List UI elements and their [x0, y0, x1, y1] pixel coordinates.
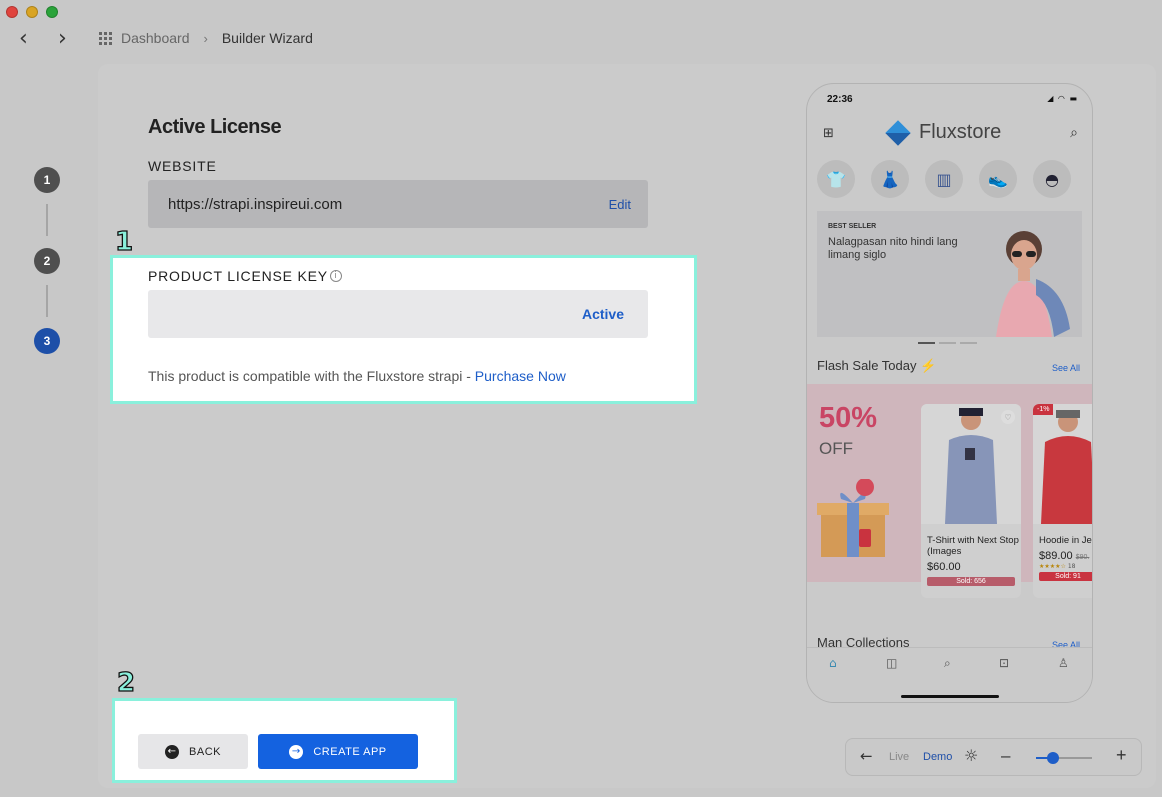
- banner-text: Nalagpasan nito hindi lang limang siglo: [828, 236, 958, 261]
- breadcrumb: Dashboard › Builder Wizard: [99, 30, 313, 46]
- banner-tag: BEST SELLER: [828, 223, 877, 230]
- create-app-button-label: CREATE APP: [313, 745, 387, 758]
- promo-percent: 50%: [819, 402, 878, 434]
- live-toggle[interactable]: Live: [889, 751, 909, 763]
- heart-icon[interactable]: ♡: [1001, 410, 1015, 424]
- create-app-button[interactable]: → CREATE APP: [258, 734, 418, 769]
- forward-arrow-icon[interactable]: ›: [58, 28, 67, 50]
- home-indicator: [901, 695, 999, 698]
- step-connector: [46, 285, 48, 317]
- back-arrow-icon[interactable]: ‹: [19, 28, 28, 50]
- minimize-window-button[interactable]: [26, 6, 38, 18]
- highlight-number-1: 1: [114, 227, 134, 257]
- license-key-label: PRODUCT LICENSE KEY i: [148, 268, 342, 284]
- purchase-now-link[interactable]: Purchase Now: [475, 368, 566, 384]
- page-title: Active License: [148, 116, 282, 138]
- edit-website-link[interactable]: Edit: [609, 197, 631, 212]
- product-card[interactable]: -1% Hoodie in Je $89.00 $90. ★★★★☆ 18 So…: [1033, 404, 1092, 598]
- product-sold-bar: Sold: 91: [1039, 572, 1092, 581]
- phone-brand: Fluxstore: [919, 121, 1002, 143]
- search-tab-icon[interactable]: ⌕: [944, 656, 951, 671]
- window-controls: [6, 6, 58, 18]
- dress-category-icon[interactable]: 👗: [871, 160, 909, 198]
- step-2[interactable]: 2: [34, 248, 60, 274]
- sun-icon[interactable]: ☼: [964, 746, 978, 765]
- phone-preview: 22:36 ◢ ◠ ▬ ⊞ Fluxstore ⌕ 👕 👗 ▥ 👟 ◓ BEST…: [806, 83, 1093, 703]
- product-price-value: $89.00: [1039, 550, 1073, 562]
- search-icon[interactable]: ⌕: [1070, 125, 1078, 141]
- product-sold-bar: Sold: 656: [927, 577, 1015, 586]
- cart-tab-icon[interactable]: ⊡: [999, 656, 1009, 670]
- breadcrumb-separator-icon: ›: [203, 30, 208, 46]
- product-name: T-Shirt with Next Stop (Images: [927, 535, 1019, 557]
- flash-see-all-link[interactable]: See All: [1052, 363, 1080, 373]
- zoom-out-button[interactable]: –: [1001, 746, 1010, 766]
- step-connector: [46, 204, 48, 236]
- hat-category-icon[interactable]: ◓: [1033, 160, 1071, 198]
- discount-badge: -1%: [1033, 404, 1054, 415]
- flash-sale-title: Flash Sale Today ⚡: [817, 358, 937, 373]
- license-status-badge: Active: [581, 306, 624, 322]
- demo-toggle[interactable]: Demo: [923, 751, 952, 763]
- promo-banner[interactable]: BEST SELLER Nalagpasan nito hindi lang l…: [817, 211, 1082, 337]
- step-3[interactable]: 3: [34, 328, 60, 354]
- arrow-left-icon: ←: [165, 744, 180, 759]
- product-image: [1033, 404, 1092, 524]
- rating-stars: ★★★★☆: [1039, 563, 1066, 570]
- product-price: $89.00 $90.: [1033, 546, 1092, 562]
- phone-time: 22:36: [827, 94, 853, 105]
- close-window-button[interactable]: [6, 6, 18, 18]
- tshirt-category-icon[interactable]: 👕: [817, 160, 855, 198]
- categories-tab-icon[interactable]: ◫: [886, 656, 897, 670]
- info-icon[interactable]: i: [329, 270, 342, 282]
- phone-tab-bar: ⌂ ◫ ⌕ ⊡ ♙: [807, 647, 1092, 702]
- compatibility-text: This product is compatible with the Flux…: [148, 368, 475, 384]
- review-count: 18: [1067, 563, 1076, 570]
- arrow-left-icon[interactable]: ←: [860, 747, 873, 765]
- license-key-field[interactable]: Active: [148, 290, 648, 338]
- zoom-slider-thumb[interactable]: [1046, 752, 1059, 764]
- fluxstore-logo: Fluxstore: [885, 119, 1002, 146]
- shoe-category-icon[interactable]: 👟: [979, 160, 1017, 198]
- profile-tab-icon[interactable]: ♙: [1058, 656, 1069, 670]
- license-key-label-text: PRODUCT LICENSE KEY: [148, 268, 328, 284]
- maximize-window-button[interactable]: [46, 6, 58, 18]
- website-label: WEBSITE: [148, 158, 217, 174]
- preview-toolbar: ← Live Demo ☼ – +: [845, 738, 1142, 776]
- rating-stars-icon: ★★★★☆ 18: [1033, 562, 1092, 570]
- back-button[interactable]: ← BACK: [138, 734, 248, 769]
- banner-model-image: [996, 231, 1070, 337]
- website-value: https://strapi.inspireui.com: [168, 195, 343, 213]
- signal-wifi-battery-icon: ◢ ◠ ▬: [1047, 94, 1078, 103]
- promo-off: OFF: [819, 439, 853, 458]
- compatibility-note: This product is compatible with the Flux…: [148, 368, 566, 384]
- product-old-price: $90.: [1075, 554, 1090, 561]
- shorts-category-icon[interactable]: ▥: [925, 160, 963, 198]
- banner-pagination: [918, 342, 977, 344]
- breadcrumb-current: Builder Wizard: [221, 30, 313, 46]
- website-field: https://strapi.inspireui.com Edit: [148, 180, 648, 228]
- step-1[interactable]: 1: [34, 167, 60, 193]
- gift-box-image: [817, 479, 889, 557]
- highlight-number-2: 2: [116, 668, 136, 698]
- back-button-label: BACK: [189, 745, 221, 758]
- product-price: $60.00: [927, 561, 961, 573]
- diamond-logo-icon: [885, 119, 911, 146]
- product-name: Hoodie in Je: [1039, 535, 1092, 546]
- home-tab-icon[interactable]: ⌂: [829, 656, 837, 670]
- menu-grid-icon[interactable]: ⊞: [823, 126, 834, 141]
- apps-grid-icon[interactable]: [99, 31, 112, 45]
- arrow-right-icon: →: [289, 744, 304, 759]
- product-card[interactable]: ♡ T-Shirt with Next Stop (Images $60.00 …: [921, 404, 1021, 598]
- zoom-in-button[interactable]: +: [1116, 745, 1127, 766]
- breadcrumb-dashboard[interactable]: Dashboard: [121, 30, 190, 46]
- zoom-slider[interactable]: [1036, 752, 1092, 764]
- category-row: 👕 👗 ▥ 👟 ◓: [817, 160, 1071, 198]
